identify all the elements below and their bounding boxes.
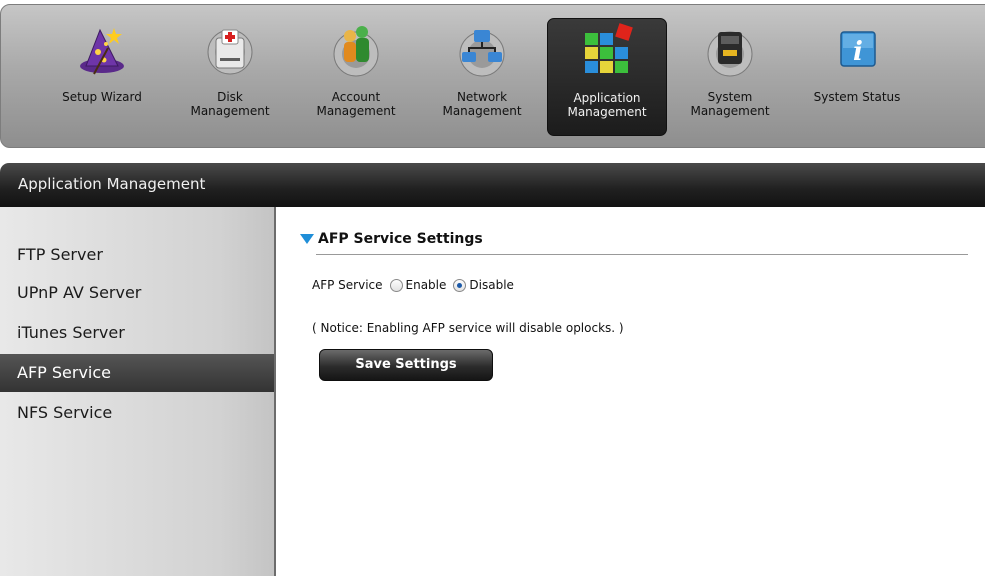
toolbar-setup-wizard-label: Setup Wizard — [62, 90, 142, 104]
enable-radio[interactable] — [389, 278, 403, 292]
toolbar-disk-management[interactable]: Disk Management — [182, 18, 278, 136]
toolbar-disk-management-label: Disk Management — [190, 90, 270, 118]
notice-text: ( Notice: Enabling AFP service will disa… — [312, 321, 624, 335]
sidebar: FTP Server UPnP AV Server iTunes Server … — [0, 207, 276, 576]
section-header: Application Management — [0, 163, 985, 207]
toolbar-network-management-label: Network Management — [442, 90, 522, 118]
users-icon — [333, 26, 379, 77]
toolbar-account-management[interactable]: Account Management — [306, 18, 406, 136]
collapse-triangle-icon[interactable] — [300, 234, 314, 244]
sidebar-item-nfs-service[interactable]: NFS Service — [0, 394, 274, 432]
toolbar-system-management-label: System Management — [690, 90, 770, 118]
toolbar-system-management[interactable]: System Management — [680, 18, 780, 136]
wizard-hat-icon — [80, 28, 124, 75]
toolbar-system-status[interactable]: i System Status — [802, 18, 912, 136]
info-icon: i — [840, 31, 876, 67]
sidebar-item-ftp-server[interactable]: FTP Server — [0, 236, 274, 274]
system-gear-icon — [707, 31, 753, 77]
sidebar-item-itunes-server[interactable]: iTunes Server — [0, 314, 274, 352]
panel-title[interactable]: AFP Service Settings — [300, 231, 483, 247]
hard-disk-icon — [207, 29, 253, 75]
section-title: Application Management — [18, 175, 206, 193]
toolbar-application-management[interactable]: Application Management — [547, 18, 667, 136]
toolbar-network-management[interactable]: Network Management — [432, 18, 532, 136]
network-icon — [459, 30, 505, 77]
toolbar-system-status-label: System Status — [813, 90, 901, 104]
afp-service-label: AFP Service — [312, 278, 383, 292]
panel-title-text: AFP Service Settings — [318, 231, 483, 247]
svg-text:i: i — [853, 37, 863, 67]
toolbar-setup-wizard[interactable]: Setup Wizard — [52, 18, 152, 136]
disable-radio[interactable] — [453, 278, 467, 292]
title-divider — [316, 254, 968, 255]
disable-label[interactable]: Disable — [469, 278, 514, 292]
afp-service-row: AFP Service Enable Disable — [312, 278, 514, 292]
save-settings-button[interactable]: Save Settings — [319, 349, 493, 381]
toolbar-application-management-label: Application Management — [567, 91, 647, 119]
toolbar-account-management-label: Account Management — [316, 90, 396, 118]
sidebar-item-upnp-av-server[interactable]: UPnP AV Server — [0, 274, 274, 312]
apps-grid-icon — [585, 23, 633, 73]
content-panel: AFP Service Settings AFP Service Enable … — [278, 207, 985, 576]
main-toolbar: Setup Wizard Disk Management Account Man… — [0, 0, 985, 152]
sidebar-item-afp-service[interactable]: AFP Service — [0, 354, 274, 392]
enable-label[interactable]: Enable — [406, 278, 447, 292]
